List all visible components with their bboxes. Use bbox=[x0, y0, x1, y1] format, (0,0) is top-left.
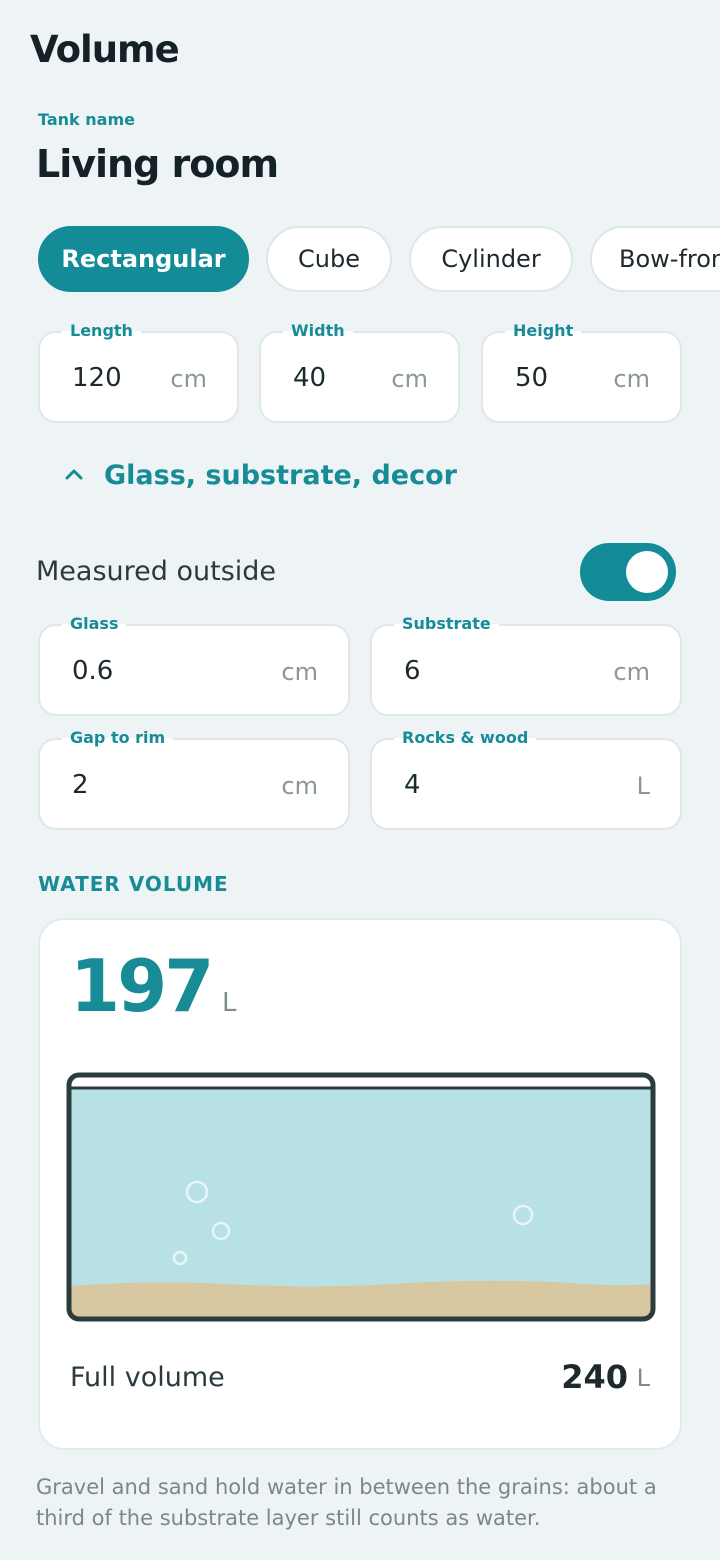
length-label: Length bbox=[62, 321, 141, 341]
page-title: Volume bbox=[30, 28, 180, 71]
full-volume-label: Full volume bbox=[70, 1362, 225, 1393]
chevron-up-icon bbox=[64, 462, 92, 486]
expander-label: Glass, substrate, decor bbox=[104, 460, 457, 491]
length-unit: cm bbox=[170, 365, 207, 393]
height-field[interactable]: Height 50 cm bbox=[481, 321, 682, 423]
full-volume-unit: L bbox=[636, 1364, 650, 1392]
shape-selector: Rectangular Cube Cylinder Bow-front bbox=[38, 226, 720, 296]
width-unit: cm bbox=[391, 365, 428, 393]
length-field[interactable]: Length 120 cm bbox=[38, 321, 239, 423]
substrate-label: Substrate bbox=[394, 614, 499, 634]
glass-substrate-decor-expander[interactable]: Glass, substrate, decor bbox=[64, 460, 457, 491]
tank-name-value[interactable]: Living room bbox=[36, 142, 279, 186]
rocks-wood-field[interactable]: Rocks & wood 4 L bbox=[370, 728, 682, 830]
glass-unit: cm bbox=[281, 658, 318, 686]
measured-outside-toggle[interactable] bbox=[580, 543, 676, 601]
length-value: 120 bbox=[72, 363, 122, 393]
substrate-unit: cm bbox=[613, 658, 650, 686]
volume-screen: Volume Tank name Living room Rectangular… bbox=[0, 0, 720, 1560]
gap-to-rim-field[interactable]: Gap to rim 2 cm bbox=[38, 728, 350, 830]
glass-field[interactable]: Glass 0.6 cm bbox=[38, 614, 350, 716]
toggle-knob bbox=[626, 551, 668, 593]
gap-to-rim-unit: cm bbox=[281, 772, 318, 800]
tank-illustration bbox=[66, 1072, 656, 1322]
width-label: Width bbox=[283, 321, 353, 341]
glass-value: 0.6 bbox=[72, 656, 114, 686]
water-volume-unit: L bbox=[222, 988, 237, 1018]
substrate-value: 6 bbox=[404, 656, 421, 686]
shape-chip-rectangular[interactable]: Rectangular bbox=[38, 226, 249, 292]
shape-chip-bow-front[interactable]: Bow-front bbox=[590, 226, 720, 292]
rocks-wood-value: 4 bbox=[404, 770, 421, 800]
height-label: Height bbox=[505, 321, 582, 341]
substrate-field[interactable]: Substrate 6 cm bbox=[370, 614, 682, 716]
shape-chip-cylinder[interactable]: Cylinder bbox=[409, 226, 573, 292]
rocks-wood-label: Rocks & wood bbox=[394, 728, 537, 748]
water-volume-card: 197 L Full volume 240 L bbox=[38, 918, 682, 1450]
rocks-wood-unit: L bbox=[636, 772, 650, 800]
height-value: 50 bbox=[515, 363, 549, 393]
glass-label: Glass bbox=[62, 614, 127, 634]
width-field[interactable]: Width 40 cm bbox=[259, 321, 460, 423]
height-unit: cm bbox=[613, 365, 650, 393]
full-volume-value: 240 bbox=[561, 1358, 628, 1396]
measured-outside-label: Measured outside bbox=[36, 556, 277, 587]
gap-to-rim-label: Gap to rim bbox=[62, 728, 174, 748]
water-volume-heading: WATER VOLUME bbox=[38, 872, 229, 896]
width-value: 40 bbox=[293, 363, 327, 393]
shape-chip-cube[interactable]: Cube bbox=[266, 226, 392, 292]
tank-name-label: Tank name bbox=[38, 110, 135, 129]
water-volume-value: 197 bbox=[70, 944, 214, 1028]
tank-substrate bbox=[71, 1280, 651, 1317]
substrate-footnote: Gravel and sand hold water in between th… bbox=[36, 1475, 657, 1530]
gap-to-rim-value: 2 bbox=[72, 770, 89, 800]
